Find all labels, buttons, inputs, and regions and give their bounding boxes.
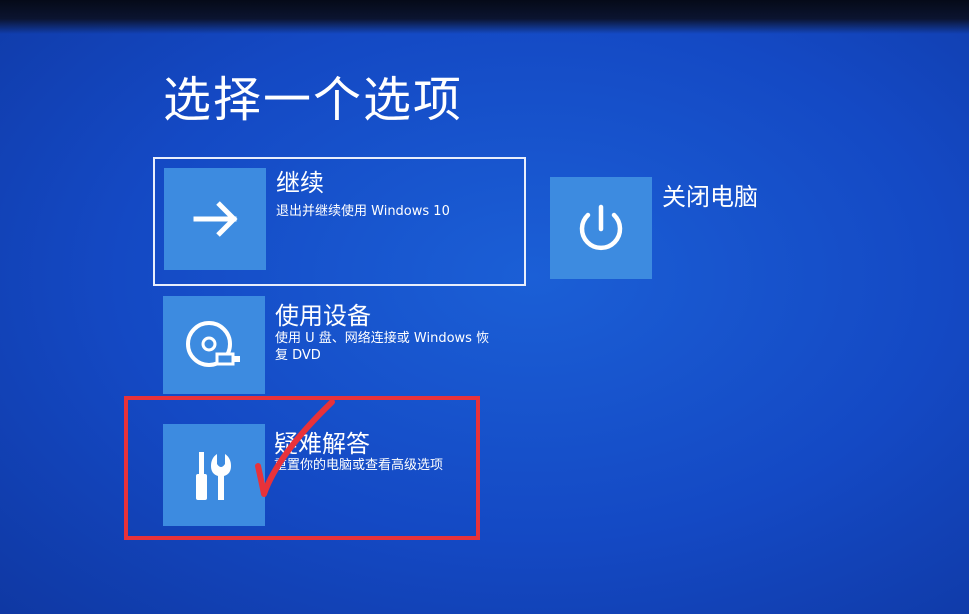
option-use-device-description-line2: 复 DVD — [275, 348, 321, 363]
option-continue-label: 继续 — [276, 169, 324, 197]
option-continue[interactable]: 继续 退出并继续使用 Windows 10 — [153, 157, 526, 286]
option-shutdown-tile — [550, 177, 652, 279]
option-use-device[interactable]: 使用设备 使用 U 盘、网络连接或 Windows 恢 复 DVD — [163, 296, 523, 396]
option-use-device-description-line1: 使用 U 盘、网络连接或 Windows 恢 — [275, 331, 490, 346]
option-use-device-label: 使用设备 — [275, 302, 371, 330]
screen-top-bezel — [0, 0, 969, 34]
option-continue-tile — [164, 168, 266, 270]
page-title: 选择一个选项 — [163, 72, 464, 128]
checkmark-icon — [255, 399, 335, 497]
power-icon — [579, 204, 623, 251]
option-shutdown[interactable]: 关闭电脑 — [550, 177, 810, 279]
option-use-device-description: 使用 U 盘、网络连接或 Windows 恢 复 DVD — [275, 330, 489, 364]
option-use-device-tile — [163, 296, 265, 394]
arrow-right-icon — [193, 201, 238, 237]
option-shutdown-label: 关闭电脑 — [662, 183, 758, 211]
option-continue-description: 退出并继续使用 Windows 10 — [276, 204, 450, 219]
disc-usb-icon — [186, 321, 240, 367]
